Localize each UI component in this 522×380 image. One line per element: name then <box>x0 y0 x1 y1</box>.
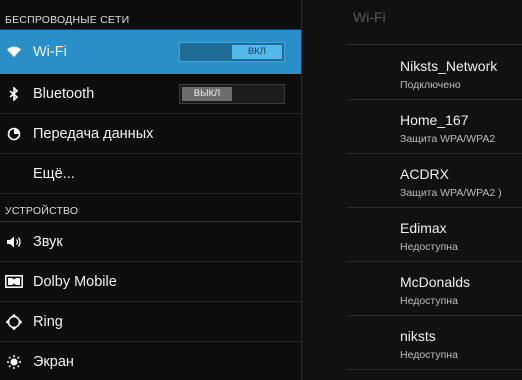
sidebar-item-label: Передача данных <box>33 125 154 142</box>
sidebar-item-label: Ещё... <box>33 165 75 182</box>
sidebar-item-dolby[interactable]: Dolby Mobile <box>0 262 301 302</box>
wifi-icon <box>0 46 28 58</box>
network-status: Защита WPA/WPA2 ) <box>400 187 502 199</box>
sidebar-item-label: Wi-Fi <box>33 43 67 60</box>
network-name: Niksts_Network <box>400 58 498 74</box>
network-name: Home_167 <box>400 112 469 128</box>
sidebar-item-label: Звук <box>33 233 63 250</box>
sidebar-item-more[interactable]: Ещё... <box>0 154 301 194</box>
network-item[interactable]: Niksts_Network Подключено <box>347 46 522 100</box>
network-item[interactable]: niksts Недоступна <box>347 316 522 370</box>
display-icon <box>0 354 28 370</box>
network-status: Недоступна <box>400 349 458 361</box>
network-status: Недоступна <box>400 295 458 307</box>
network-name: Edimax <box>400 220 447 236</box>
sidebar-item-label: Экран <box>33 353 74 370</box>
network-name: McDonalds <box>400 274 471 290</box>
network-item[interactable]: Edimax Недоступна <box>347 208 522 262</box>
sidebar-item-display[interactable]: Экран <box>0 342 301 380</box>
sidebar-item-label: Ring <box>33 313 63 330</box>
data-usage-icon <box>0 127 28 141</box>
settings-sidebar: БЕСПРОВОДНЫЕ СЕТИ Wi-Fi ВКЛ Bluetooth ВЫ… <box>0 0 302 380</box>
sidebar-item-bluetooth[interactable]: Bluetooth ВЫКЛ <box>0 74 301 114</box>
network-item[interactable]: ACDRX Защита WPA/WPA2 ) <box>347 154 522 208</box>
toggle-thumb: ВЫКЛ <box>182 86 232 101</box>
panel-title: Wi-Fi <box>353 9 386 25</box>
network-status: Подключено <box>400 79 461 91</box>
wifi-toggle[interactable]: ВКЛ <box>179 41 285 62</box>
network-item[interactable]: Home_167 Защита WPA/WPA2 <box>347 100 522 154</box>
network-name: ACDRX <box>400 166 450 182</box>
bluetooth-icon <box>0 86 28 101</box>
bluetooth-toggle[interactable]: ВЫКЛ <box>179 83 285 104</box>
dolby-icon <box>0 275 28 288</box>
network-item[interactable]: McDonalds Недоступна <box>347 262 522 316</box>
sidebar-item-wifi[interactable]: Wi-Fi ВКЛ <box>0 30 301 74</box>
sound-icon <box>0 235 28 249</box>
network-status: Недоступна <box>400 241 458 253</box>
network-name: niksts <box>400 328 436 344</box>
sidebar-item-label: Dolby Mobile <box>33 273 117 290</box>
section-header-wireless: БЕСПРОВОДНЫЕ СЕТИ <box>0 0 301 30</box>
network-status: Защита WPA/WPA2 <box>400 133 496 145</box>
ring-icon <box>0 313 28 330</box>
wifi-network-panel: Wi-Fi Niksts_Network Подключено Home_167… <box>303 0 522 380</box>
toggle-thumb: ВКЛ <box>232 44 282 59</box>
sidebar-item-ring[interactable]: Ring <box>0 302 301 342</box>
divider <box>347 44 522 45</box>
sidebar-item-label: Bluetooth <box>33 85 95 102</box>
sidebar-item-data-usage[interactable]: Передача данных <box>0 114 301 154</box>
section-header-device: УСТРОЙСТВО <box>0 194 301 222</box>
sidebar-item-sound[interactable]: Звук <box>0 222 301 262</box>
